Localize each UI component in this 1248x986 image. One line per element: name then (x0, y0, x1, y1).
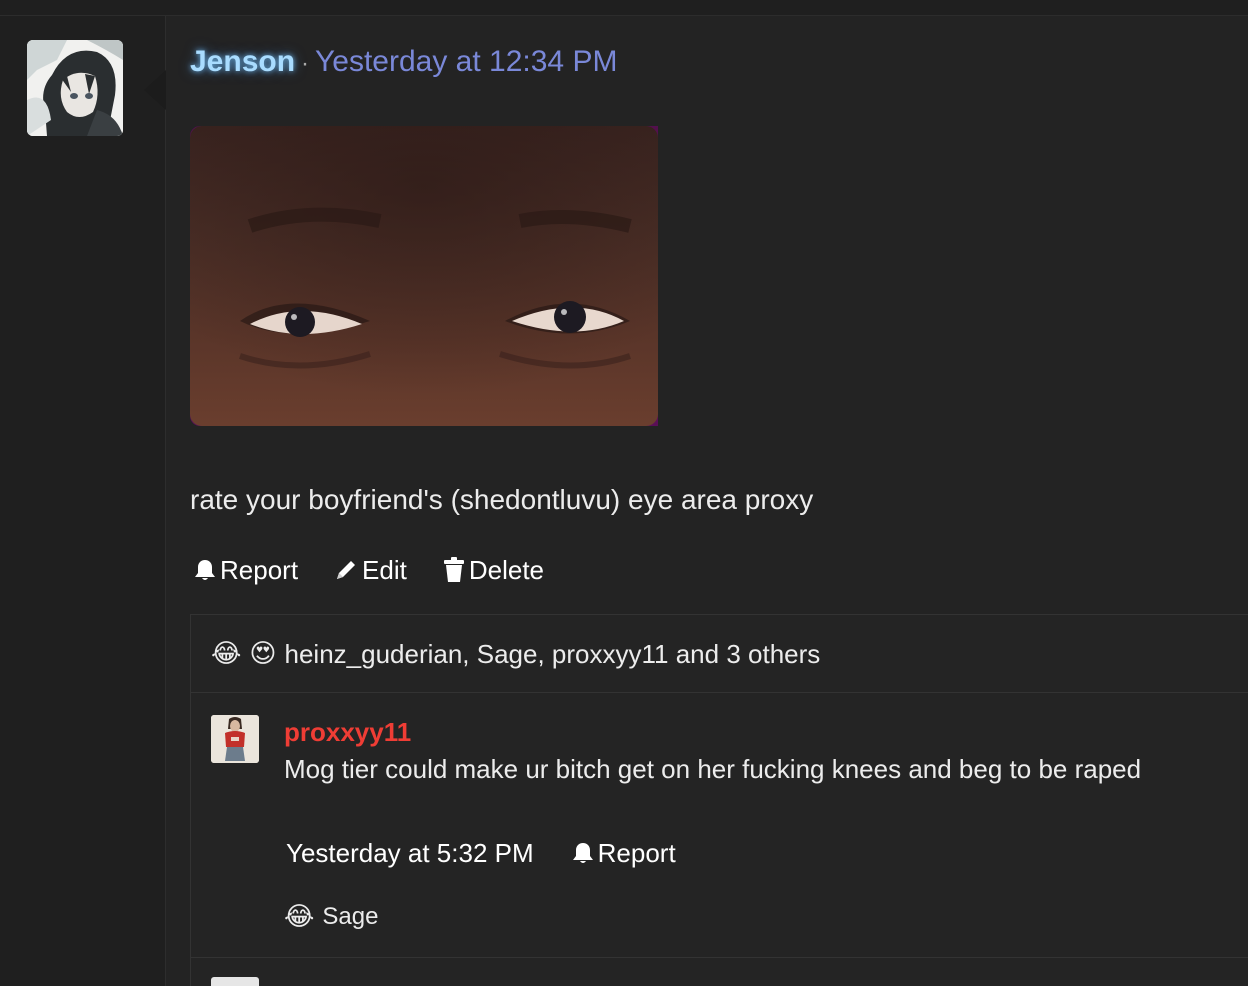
bell-icon (572, 843, 593, 863)
eye-area-photo (190, 126, 658, 426)
post-header: Jenson · Yesterday at 12:34 PM (190, 44, 617, 82)
report-button[interactable]: Report (194, 553, 298, 587)
heart-eyes-emoji-icon: 😍 (249, 639, 277, 669)
post-pointer-arrow (144, 70, 166, 110)
comment-body-text: Mog tier could make ur bitch get on her … (284, 754, 1142, 784)
reactions-and-comments: 😂 😍 heinz_guderian, Sage, proxxyy11 and … (190, 614, 1248, 986)
comment-reaction-user: Sage (322, 903, 379, 930)
edit-label: Edit (362, 555, 407, 585)
comment-avatar-image (211, 715, 259, 763)
user-gutter (0, 16, 166, 986)
header-separator: · (301, 50, 310, 77)
laughing-crying-emoji-icon: 😂 (211, 639, 242, 669)
trash-icon (443, 557, 464, 582)
post-body-text: rate your boyfriend's (shedontluvu) eye … (190, 484, 814, 515)
delete-button[interactable]: Delete (443, 553, 544, 587)
comment-divider (191, 957, 1248, 958)
next-comment-avatar[interactable] (211, 977, 259, 986)
pencil-icon (337, 561, 356, 579)
reactions-summary[interactable]: 😂 😍 heinz_guderian, Sage, proxxyy11 and … (211, 637, 820, 671)
post-timestamp[interactable]: Yesterday at 12:34 PM (315, 45, 617, 78)
comment-report-button[interactable]: Report (572, 836, 676, 870)
bell-icon (195, 560, 215, 580)
laughing-crying-emoji-icon: 😂 (284, 902, 315, 932)
author-avatar-image (27, 40, 123, 136)
comment-timestamp[interactable]: Yesterday at 5:32 PM (286, 836, 534, 870)
comment-author-avatar[interactable] (211, 715, 259, 763)
report-label: Report (220, 555, 299, 585)
top-divider (0, 0, 1248, 16)
delete-label: Delete (468, 555, 545, 585)
post-author-name[interactable]: Jenson (190, 45, 295, 78)
post-image[interactable] (190, 126, 658, 426)
comment-reactions[interactable]: 😂 Sage (284, 901, 378, 933)
comment-meta: Yesterday at 5:32 PM Report (286, 836, 676, 870)
comment-author-name[interactable]: proxxyy11 (284, 715, 411, 749)
reactions-users-text[interactable]: heinz_guderian, Sage, proxxyy11 and 3 ot… (285, 637, 821, 671)
edit-button[interactable]: Edit (334, 553, 407, 587)
post-content: Jenson · Yesterday at 12:34 PM rate your… (166, 16, 1248, 986)
reactions-divider (191, 692, 1248, 693)
comment-report-label: Report (597, 838, 676, 868)
post-actions: Report Edit Delete (194, 553, 544, 587)
author-avatar[interactable] (27, 40, 123, 136)
page: Jenson · Yesterday at 12:34 PM rate your… (0, 0, 1248, 986)
